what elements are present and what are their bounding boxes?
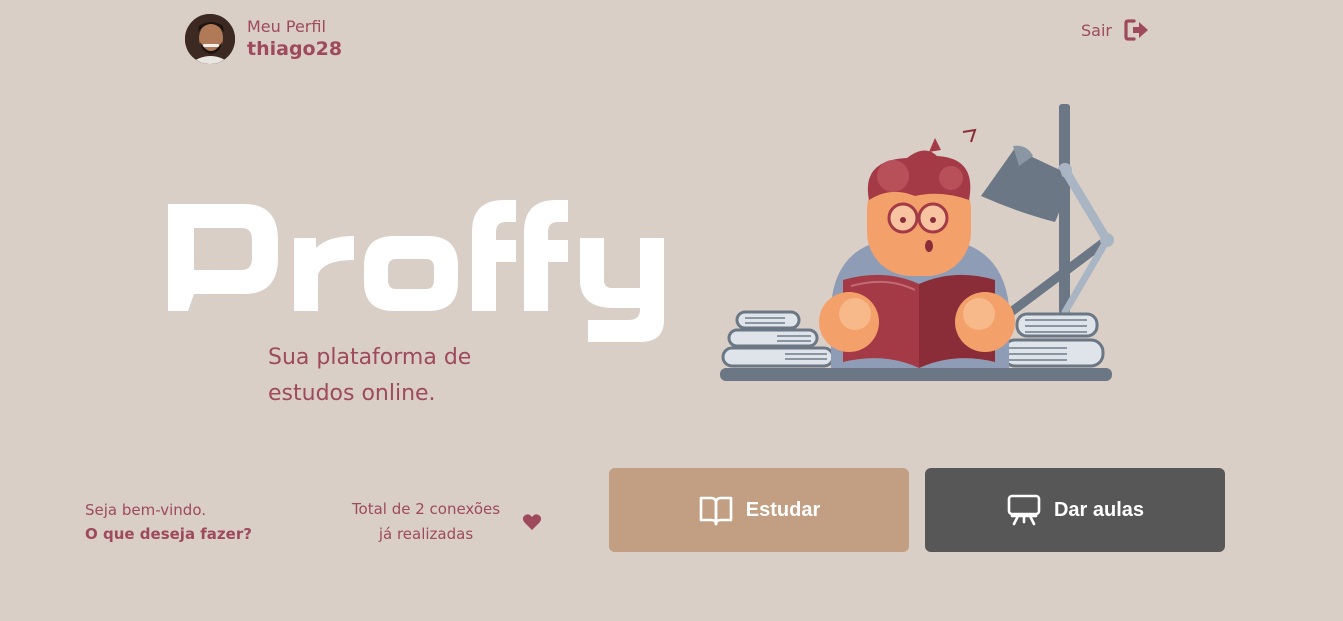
profile-name: thiago28	[247, 38, 343, 60]
student-reading-illustration	[715, 100, 1115, 394]
profile-link[interactable]: Meu Perfil thiago28	[185, 14, 342, 64]
connections-line-2: já realizadas	[378, 525, 474, 543]
heart-icon	[522, 514, 542, 530]
profile-caption: Meu Perfil	[247, 17, 326, 36]
logout-button[interactable]: Sair	[1081, 18, 1150, 42]
study-button-label: Estudar	[745, 498, 821, 521]
avatar	[185, 14, 235, 64]
connections-text: Total de 2 conexões já realizadas	[340, 497, 512, 547]
tagline-line-1: Sua plataforma de	[268, 345, 472, 370]
welcome-message: Seja bem-vindo. O que deseja fazer?	[85, 498, 252, 546]
teach-button[interactable]: Dar aulas	[925, 468, 1225, 552]
welcome-question: O que deseja fazer?	[85, 525, 252, 543]
tagline: Sua plataforma de estudos online.	[268, 340, 568, 412]
logout-label: Sair	[1081, 20, 1112, 40]
total-connections: Total de 2 conexões já realizadas	[340, 497, 542, 547]
landing-page: Meu Perfil thiago28 Sair Sua plataforma …	[0, 0, 1343, 621]
connections-line-1: Total de 2 conexões	[351, 500, 501, 518]
teach-button-label: Dar aulas	[1053, 498, 1145, 521]
presentation-board-icon	[1007, 494, 1041, 526]
open-book-icon	[699, 496, 733, 526]
study-button[interactable]: Estudar	[609, 468, 909, 552]
welcome-line: Seja bem-vindo.	[85, 501, 207, 519]
sign-out-icon	[1124, 19, 1148, 41]
proffy-logo	[166, 196, 672, 350]
tagline-line-2: estudos online.	[268, 381, 436, 406]
